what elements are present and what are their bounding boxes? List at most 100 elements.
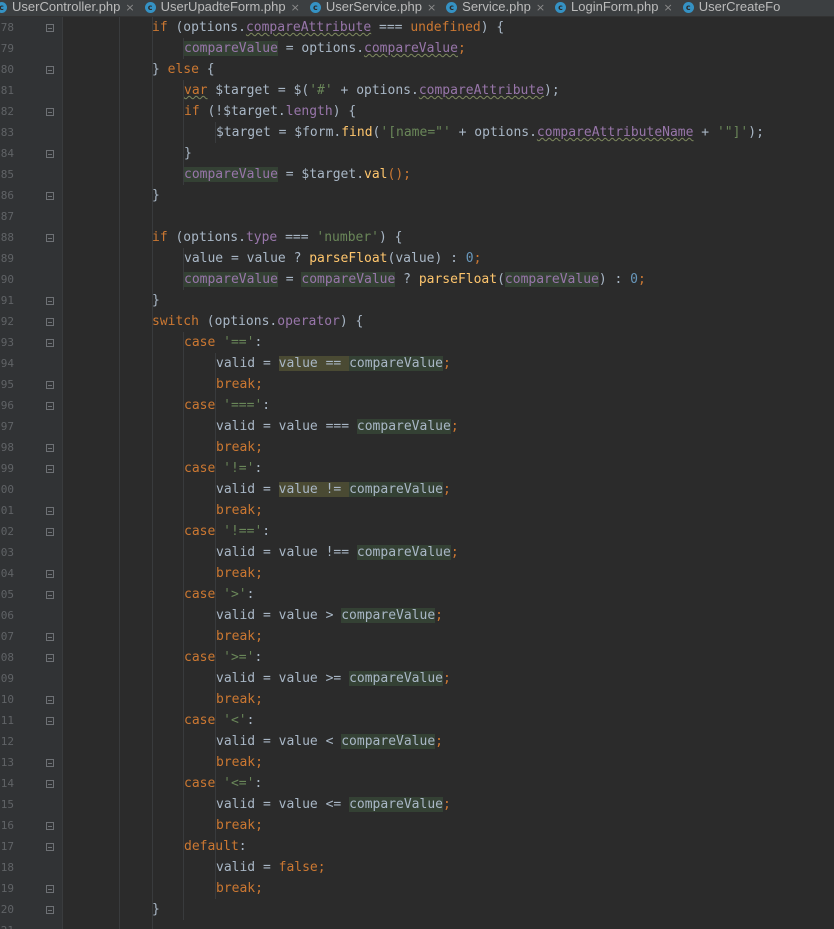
line-number: 88: [0, 231, 14, 244]
code-line: }: [152, 902, 160, 917]
fold-icon[interactable]: [46, 906, 54, 914]
code-line: break;: [216, 629, 263, 644]
line-number: 01: [0, 504, 14, 517]
fold-icon[interactable]: [46, 507, 54, 515]
code-line: value = value ? parseFloat(value) : 0;: [184, 251, 482, 266]
code-line: break;: [216, 503, 263, 518]
line-number: 90: [0, 273, 14, 286]
fold-icon[interactable]: [46, 318, 54, 326]
code-line: break;: [216, 566, 263, 581]
tab-login-form[interactable]: c LoginForm.php ×: [555, 0, 677, 16]
line-number: 16: [0, 819, 14, 832]
code-line: case '>=':: [184, 650, 263, 665]
indent-guide: [119, 17, 120, 929]
fold-icon[interactable]: [46, 339, 54, 347]
close-icon[interactable]: ×: [291, 1, 300, 14]
code-line: }: [152, 293, 160, 308]
close-icon[interactable]: ×: [125, 1, 134, 14]
fold-icon[interactable]: [46, 570, 54, 578]
code-line: if (options.compareAttribute === undefin…: [152, 20, 505, 35]
line-number: 82: [0, 105, 14, 118]
fold-icon[interactable]: [46, 885, 54, 893]
fold-icon[interactable]: [46, 633, 54, 641]
fold-icon[interactable]: [46, 843, 54, 851]
tab-label: UserService.php: [325, 0, 422, 14]
class-icon: c: [0, 2, 7, 13]
fold-icon[interactable]: [46, 444, 54, 452]
code-line: case '<=':: [184, 776, 263, 791]
line-number: 07: [0, 630, 14, 643]
fold-icon[interactable]: [46, 591, 54, 599]
code-line: case '!=':: [184, 461, 263, 476]
tab-user-service[interactable]: c UserService.php ×: [309, 0, 440, 16]
fold-icon[interactable]: [46, 822, 54, 830]
tab-user-upadte-form[interactable]: c UserUpadteForm.php ×: [144, 0, 304, 16]
code-line: case '===':: [184, 398, 271, 413]
line-number: 00: [0, 483, 14, 496]
line-number: 87: [0, 210, 14, 223]
fold-icon[interactable]: [46, 780, 54, 788]
fold-icon[interactable]: [46, 465, 54, 473]
line-number: 05: [0, 588, 14, 601]
line-number: 80: [0, 63, 14, 76]
code-line: compareValue = options.compareValue;: [184, 41, 466, 56]
fold-icon[interactable]: [46, 192, 54, 200]
code-line: compareValue = $target.val();: [184, 167, 411, 182]
code-line: } else {: [152, 62, 215, 77]
fold-icon[interactable]: [46, 108, 54, 116]
line-number: 81: [0, 84, 14, 97]
fold-icon[interactable]: [46, 717, 54, 725]
tab-service[interactable]: c Service.php ×: [446, 0, 549, 16]
line-number: 14: [0, 777, 14, 790]
close-icon[interactable]: ×: [663, 1, 672, 14]
line-number: 10: [0, 693, 14, 706]
editor-tab-bar: c UserController.php × c UserUpadteForm.php…: [0, 0, 834, 17]
fold-icon[interactable]: [46, 402, 54, 410]
code-line: case '!==':: [184, 524, 271, 539]
tab-label: LoginForm.php: [571, 0, 659, 14]
code-line: valid = false;: [216, 860, 326, 875]
code-line: valid = value !== compareValue;: [216, 545, 459, 560]
fold-icon[interactable]: [46, 24, 54, 32]
tab-label: UserUpadteForm.php: [160, 0, 286, 14]
fold-icon[interactable]: [46, 297, 54, 305]
code-line: break;: [216, 755, 263, 770]
code-line: break;: [216, 692, 263, 707]
line-number: 08: [0, 651, 14, 664]
fold-icon[interactable]: [46, 696, 54, 704]
code-line: break;: [216, 818, 263, 833]
close-icon[interactable]: ×: [427, 1, 436, 14]
line-number: 03: [0, 546, 14, 559]
code-editor[interactable]: if (options.compareAttribute === undefin…: [63, 17, 834, 929]
line-number: 86: [0, 189, 14, 202]
fold-icon[interactable]: [46, 654, 54, 662]
line-number: 02: [0, 525, 14, 538]
fold-icon[interactable]: [46, 759, 54, 767]
code-line: if (!$target.length) {: [184, 104, 357, 119]
line-number: 92: [0, 315, 14, 328]
code-line: valid = value < compareValue;: [216, 734, 443, 749]
line-number: 98: [0, 441, 14, 454]
line-number: 15: [0, 798, 14, 811]
code-line: compareValue = compareValue ? parseFloat…: [184, 272, 646, 287]
code-line: valid = value != compareValue;: [216, 482, 451, 497]
fold-icon[interactable]: [46, 528, 54, 536]
indent-guide: [152, 17, 153, 929]
line-number: 91: [0, 294, 14, 307]
line-number: 93: [0, 336, 14, 349]
code-line: switch (options.operator) {: [152, 314, 364, 329]
fold-icon[interactable]: [46, 150, 54, 158]
class-icon: c: [144, 2, 156, 13]
line-number: 78: [0, 21, 14, 34]
line-number: 09: [0, 672, 14, 685]
tab-user-controller[interactable]: c UserController.php ×: [0, 0, 139, 16]
code-line: }: [152, 188, 160, 203]
fold-icon[interactable]: [46, 234, 54, 242]
line-number: 13: [0, 756, 14, 769]
tab-label: UserController.php: [12, 0, 121, 14]
code-line: var $target = $('#' + options.compareAtt…: [184, 83, 560, 98]
fold-icon[interactable]: [46, 66, 54, 74]
fold-icon[interactable]: [46, 381, 54, 389]
close-icon[interactable]: ×: [536, 1, 545, 14]
tab-user-create-form[interactable]: c UserCreateFo: [682, 0, 785, 16]
